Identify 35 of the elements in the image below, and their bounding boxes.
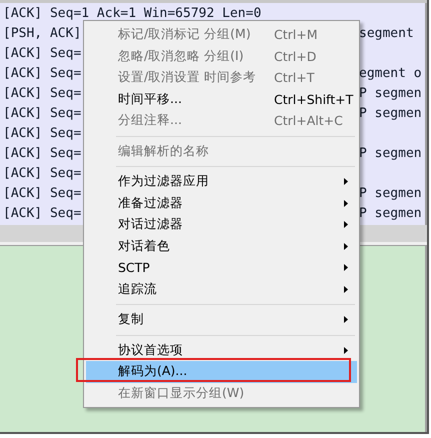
packet-info-text: [ACK] Seq= [3,126,82,140]
packet-info-text: [ACK] Seq= [3,166,82,180]
packet-info-text: [ACK] Seq= [3,186,82,200]
menu-item[interactable]: 复制 [86,309,357,330]
packet-info-text: egment o [359,66,422,80]
packet-info-text: [ACK] Seq= [3,146,82,160]
packet-info-text: [PSH, ACK] [3,26,82,40]
menu-item[interactable]: 作为过滤器应用 [86,171,357,192]
packet-info-text: [ACK] Seq= [3,206,82,220]
submenu-arrow-icon [344,178,348,185]
packet-info-text: P segmen [359,106,422,120]
submenu-arrow-icon [344,221,348,228]
submenu-arrow-icon [344,286,348,292]
menu-item[interactable]: 时间平移... Ctrl+Shift+T [86,88,357,110]
packet-info-text: [ACK] Seq= [3,106,82,120]
packet-info-text: P segmen [359,206,422,220]
menu-item[interactable]: 对话过滤器 [86,214,357,236]
menu-item[interactable]: 准备过滤器 [86,192,357,214]
submenu-arrow-icon [344,346,348,354]
packet-info-text: P segmen [359,86,422,100]
packet-info-text: [ACK] Seq= [3,66,82,80]
packet-info-text: [ACK] Seq=1 Ack=1 Win=65792 Len=0 [3,6,262,20]
menu-item[interactable]: SCTP [86,257,357,278]
packet-info-text: P segmen [359,186,422,200]
submenu-arrow-icon [344,242,348,250]
submenu-arrow-icon [344,264,348,271]
menu-item[interactable]: 协议首选项 [86,340,357,361]
packet-info-text: [ACK] Seq= [3,86,82,100]
submenu-arrow-icon [344,200,348,206]
packet-info-text: segment [359,26,414,40]
menu-item[interactable]: 追踪流 [86,278,357,300]
menu-item[interactable]: 对话着色 [86,236,357,257]
packet-info-text: P segmen [359,146,422,160]
packet-info-text: [ACK] Seq= [3,46,82,60]
submenu-arrow-icon [344,316,348,323]
